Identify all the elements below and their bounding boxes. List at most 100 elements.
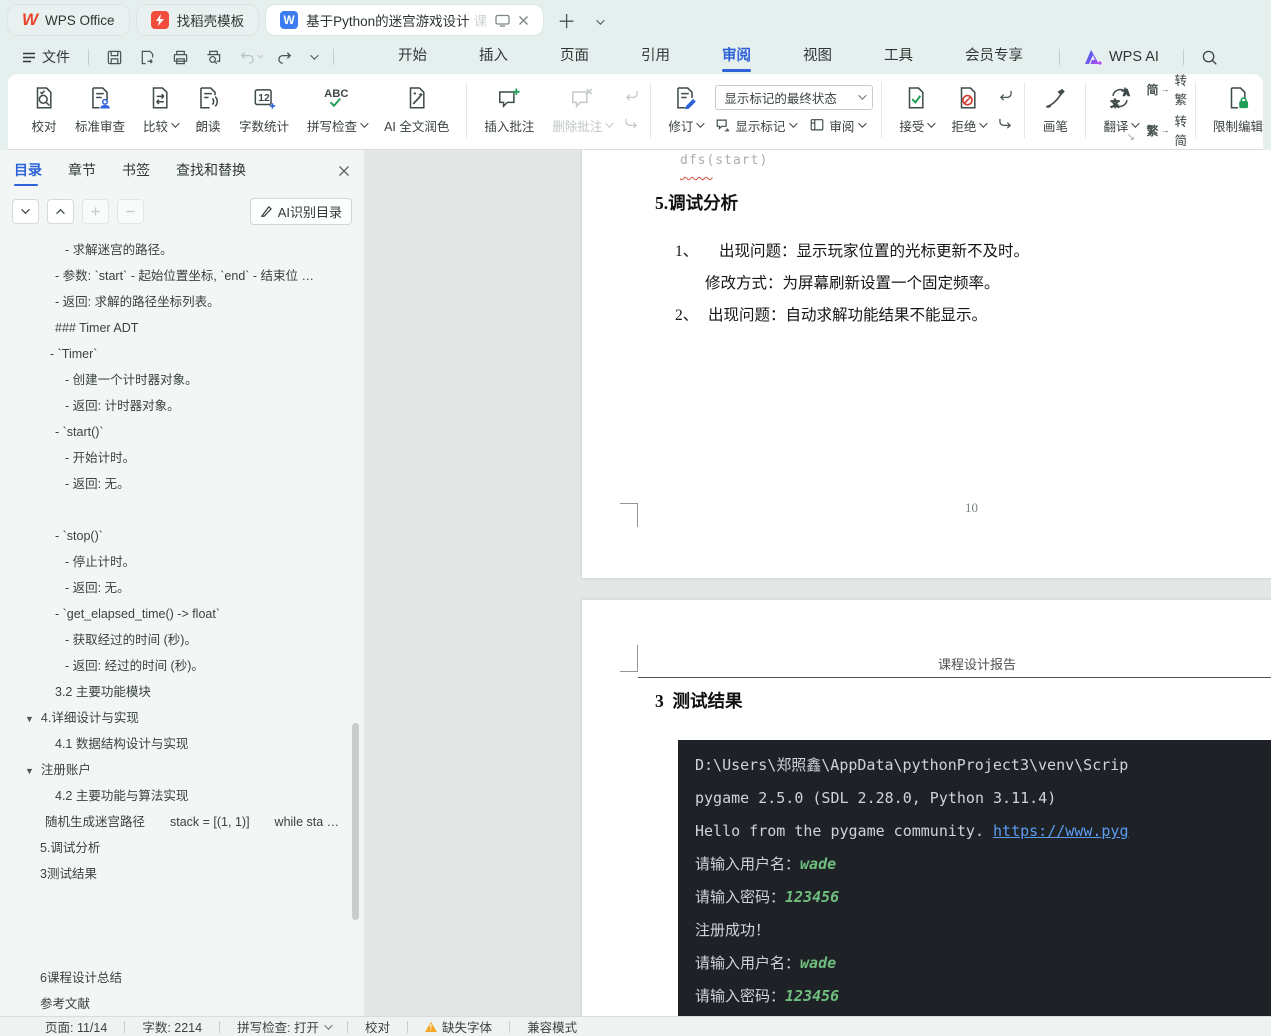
reject-change-button[interactable]: 拒绝 (942, 79, 994, 141)
redo-icon[interactable] (270, 46, 301, 69)
outline-item[interactable]: - 返回: 经过的时间 (秒)。 (0, 653, 364, 679)
divider (1059, 49, 1060, 65)
to-simplified-button[interactable]: 繁 → 转简 (1146, 111, 1187, 149)
outline-item[interactable]: 6课程设计总结 (0, 965, 364, 991)
outline-item[interactable]: 4.2 主要功能与算法实现 (0, 783, 364, 809)
outline-item[interactable] (0, 887, 364, 913)
print-preview-icon[interactable] (198, 46, 229, 69)
sidebar-tab-toc[interactable]: 目录 (14, 150, 42, 192)
review-pane-button[interactable]: 审阅 (809, 116, 868, 135)
sidebar-tab-find-replace[interactable]: 查找和替换 (176, 150, 246, 192)
tab-tools[interactable]: 工具 (858, 40, 939, 74)
outline-item[interactable] (0, 497, 364, 523)
wps-ai-button[interactable]: WPS AI (1070, 49, 1173, 65)
outline-item[interactable]: - 参数: `start` - 起始位置坐标, `end` - 结束位 … (0, 263, 364, 289)
status-proofread[interactable]: 校对 (348, 1017, 407, 1036)
previous-change-icon[interactable] (994, 85, 1016, 107)
accept-change-button[interactable]: 接受 (890, 79, 942, 141)
document-area[interactable]: dfs(start) wwwww 5.调试分析 1、出现问题：显示玩家位置的光标… (365, 150, 1271, 1016)
outline-item-label: - 返回: 计时器对象。 (65, 399, 180, 413)
outline-item[interactable]: - 返回: 无。 (0, 575, 364, 601)
ink-brush-button[interactable]: 画笔 (1033, 79, 1077, 141)
outline-item[interactable] (0, 939, 364, 965)
outline-item[interactable]: - 获取经过的时间 (秒)。 (0, 627, 364, 653)
outline-item[interactable]: - `get_elapsed_time() -> float` (0, 601, 364, 627)
outline-item[interactable]: - 创建一个计时器对象。 (0, 367, 364, 393)
tab-docer-templates[interactable]: 找稻壳模板 (136, 5, 259, 35)
save-icon[interactable] (99, 46, 130, 69)
outline-item[interactable]: 随机生成迷宫路径 stack = [(1, 1)] while sta … (0, 809, 364, 835)
proofread-button[interactable]: 校对 (22, 79, 66, 141)
sidebar-close-icon[interactable] (338, 165, 350, 177)
tab-membership[interactable]: 会员专享 (939, 40, 1049, 74)
restrict-editing-button[interactable]: 限制编辑 (1204, 79, 1271, 141)
outline-expand-icon[interactable]: ▼ (25, 714, 34, 724)
show-markup-button[interactable]: 显示标记 (715, 116, 799, 135)
outline-item[interactable]: - 停止计时。 (0, 549, 364, 575)
sidebar-scrollbar[interactable] (352, 723, 359, 920)
document-page-10[interactable]: dfs(start) wwwww 5.调试分析 1、出现问题：显示玩家位置的光标… (582, 150, 1271, 578)
track-changes-button[interactable]: 修订 (659, 79, 711, 141)
pygame-link[interactable]: https://www.pyg (993, 822, 1128, 840)
tab-view[interactable]: 视图 (777, 40, 858, 74)
tab-reference[interactable]: 引用 (615, 40, 696, 74)
tab-page[interactable]: 页面 (534, 40, 615, 74)
outline-item[interactable]: - 开始计时。 (0, 445, 364, 471)
sidebar-tab-chapter[interactable]: 章节 (68, 150, 96, 192)
outline-item[interactable]: 4.1 数据结构设计与实现 (0, 731, 364, 757)
status-spellcheck[interactable]: 拼写检查: 打开 (220, 1017, 347, 1036)
ai-recognize-toc-button[interactable]: AI识别目录 (249, 198, 352, 225)
outline-item[interactable]: - `Timer` (0, 341, 364, 367)
tab-wps-office[interactable]: W WPS Office (8, 5, 129, 35)
sidebar-tab-bookmark[interactable]: 书签 (122, 150, 150, 192)
file-menu[interactable]: 文件 (14, 47, 78, 67)
insert-comment-button[interactable]: 插入批注 (475, 79, 543, 141)
word-count-button[interactable]: 12 字数统计 (230, 79, 298, 141)
status-word-count[interactable]: 字数: 2214 (125, 1017, 219, 1036)
translate-button[interactable]: 文 A 翻译 (1094, 79, 1146, 141)
standard-review-button[interactable]: 标准审查 (66, 79, 134, 141)
outline-item[interactable]: - 返回: 计时器对象。 (0, 393, 364, 419)
export-pdf-icon[interactable] (132, 46, 163, 69)
tab-document[interactable]: W 基于Python的迷宫游戏设计 课 (266, 5, 544, 35)
page-number: 10 (965, 500, 978, 515)
to-traditional-button[interactable]: 简 → 转繁 (1146, 70, 1187, 108)
outline-item[interactable]: - 求解迷宫的路径。 (0, 237, 364, 263)
outline-item[interactable]: - 返回: 求解的路径坐标列表。 (0, 289, 364, 315)
status-compatibility-mode[interactable]: 兼容模式 (510, 1017, 594, 1036)
tab-insert[interactable]: 插入 (453, 40, 534, 74)
quickbar-chevron-icon[interactable] (303, 51, 323, 63)
toc-next-heading-button[interactable] (12, 199, 39, 224)
read-aloud-button[interactable]: 朗读 (186, 79, 230, 141)
present-monitor-icon[interactable] (495, 14, 510, 27)
tab-review[interactable]: 审阅 (696, 40, 777, 74)
status-missing-font[interactable]: 缺失字体 (408, 1017, 509, 1036)
outline-item[interactable]: ### Timer ADT (0, 315, 364, 341)
markup-state-combobox[interactable]: 显示标记的最终状态 (715, 84, 874, 110)
outline-item[interactable]: 3.2 主要功能模块 (0, 679, 364, 705)
spell-check-button[interactable]: ABC 拼写检查 (298, 79, 375, 141)
ai-polish-button[interactable]: AI 全文润色 (375, 79, 458, 141)
outline-item[interactable]: 5.调试分析 (0, 835, 364, 861)
print-icon[interactable] (165, 46, 196, 69)
outline-item[interactable]: ▼ 4.详细设计与实现 (0, 705, 364, 731)
document-page-11[interactable]: 课程设计报告 3 测试结果 D:\Users\郑照鑫\AppData\pytho… (582, 600, 1271, 1016)
close-tab-icon[interactable] (518, 15, 529, 26)
outline-item[interactable]: - 返回: 无。 (0, 471, 364, 497)
tab-list-chevron-icon[interactable] (590, 9, 608, 31)
outline-item[interactable]: ▼ 注册账户 (0, 757, 364, 783)
outline-item[interactable]: - `stop()` (0, 523, 364, 549)
outline-item[interactable] (0, 913, 364, 939)
compare-button[interactable]: 比较 (134, 79, 186, 141)
outline-expand-icon[interactable]: ▼ (25, 766, 34, 776)
group-expand-icon[interactable]: ↘ (1127, 132, 1135, 143)
tab-home[interactable]: 开始 (372, 40, 453, 74)
outline-item[interactable]: 3测试结果 (0, 861, 364, 887)
status-page-indicator[interactable]: 页面: 11/14 (45, 1017, 124, 1036)
search-icon[interactable] (1194, 46, 1225, 69)
outline-item[interactable]: 参考文献 (0, 991, 364, 1016)
new-tab-button[interactable]: ＋ (551, 7, 582, 34)
outline-item[interactable]: - `start()` (0, 419, 364, 445)
next-change-icon[interactable] (994, 113, 1016, 135)
toc-previous-heading-button[interactable] (47, 199, 74, 224)
